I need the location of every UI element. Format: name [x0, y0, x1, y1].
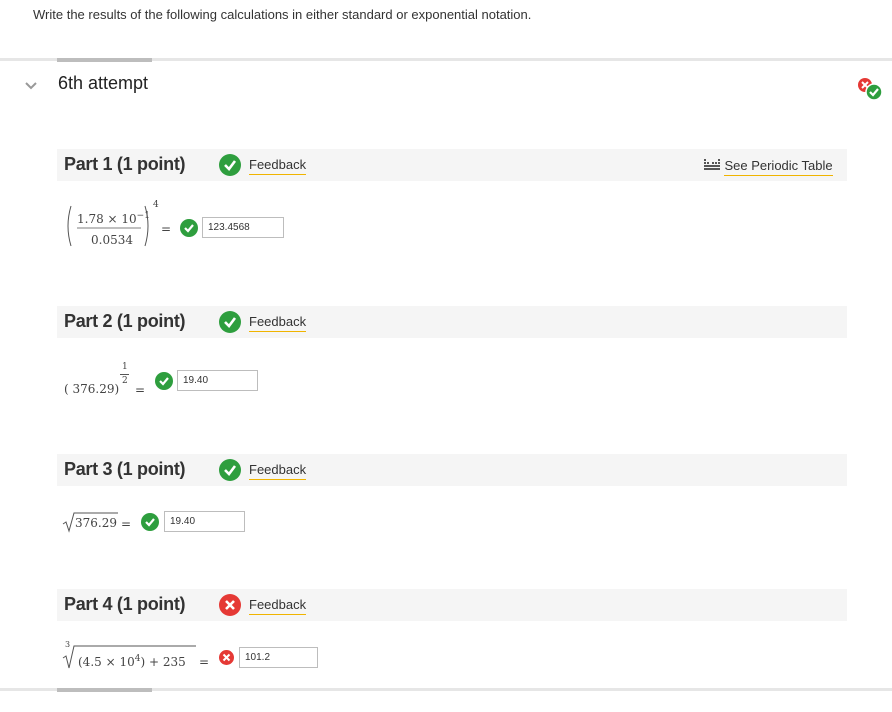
- correct-check-icon: [219, 154, 241, 176]
- part-3-feedback-link[interactable]: Feedback: [249, 462, 307, 480]
- part-4-title: Part 4 (1 point): [64, 594, 186, 614]
- part-3-equals: =: [121, 517, 132, 531]
- part-2-answer-input[interactable]: 19.40: [177, 370, 258, 391]
- part-2-base: ( 376.29): [64, 382, 120, 396]
- correct-check-icon: [219, 459, 241, 481]
- part-1-outer-exponent: 4: [153, 200, 159, 210]
- part-1-denominator: 0.0534: [91, 233, 133, 247]
- attempt-status-icon: [858, 78, 883, 101]
- periodic-table-link[interactable]: See Periodic Table: [704, 157, 833, 176]
- chevron-down-icon[interactable]: [24, 78, 38, 92]
- part-3-title: Part 3 (1 point): [64, 459, 186, 479]
- part-1-numerator: 1.78 × 10−1: [77, 211, 150, 226]
- incorrect-x-icon: [219, 650, 234, 665]
- incorrect-x-icon: [219, 594, 241, 616]
- correct-check-icon: [219, 311, 241, 333]
- part-2-exp-denominator: 2: [122, 376, 128, 386]
- correct-check-icon: [155, 372, 173, 390]
- part-2-equals: =: [135, 383, 146, 397]
- periodic-table-icon: [704, 159, 720, 170]
- correct-check-icon: [141, 513, 159, 531]
- part-1-feedback-link[interactable]: Feedback: [249, 157, 307, 175]
- divider-tab: [57, 58, 152, 62]
- attempt-label[interactable]: 6th attempt: [58, 73, 148, 94]
- part-2-feedback-link[interactable]: Feedback: [249, 314, 307, 332]
- part-1-equals: =: [161, 222, 172, 236]
- fraction-bar: [120, 374, 129, 375]
- part-4-radicand: (4.5 × 104) + 235: [78, 654, 186, 669]
- part-3-radicand: 376.29: [75, 516, 117, 530]
- question-text: Write the results of the following calcu…: [33, 7, 532, 22]
- part-2-title: Part 2 (1 point): [64, 311, 186, 331]
- part-2-exp-numerator: 1: [122, 362, 128, 372]
- divider-tab: [57, 688, 152, 692]
- part-4-feedback-link[interactable]: Feedback: [249, 597, 307, 615]
- part-4-equals: =: [199, 655, 210, 669]
- correct-check-icon: [180, 219, 198, 237]
- part-3-answer-input[interactable]: 19.40: [164, 511, 245, 532]
- periodic-table-label: See Periodic Table: [724, 158, 833, 176]
- part-1-title: Part 1 (1 point): [64, 154, 186, 174]
- part-1-answer-input[interactable]: 123.4568: [202, 217, 284, 238]
- part-4-root-index: 3: [65, 640, 71, 649]
- part-4-answer-input[interactable]: 101.2: [239, 647, 318, 668]
